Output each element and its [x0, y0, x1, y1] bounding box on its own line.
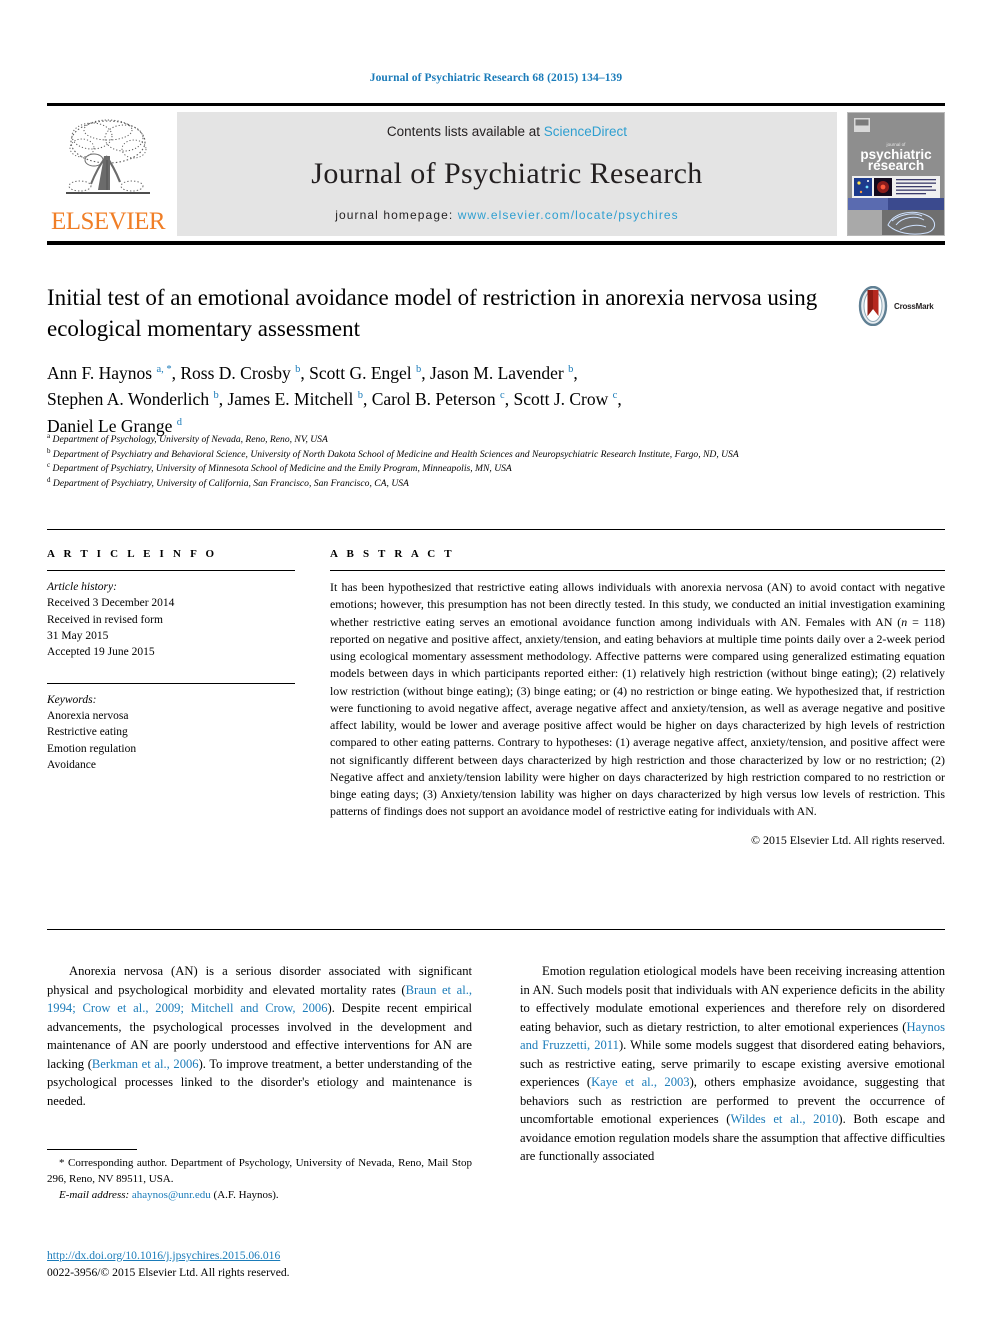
email-label: E-mail address:	[59, 1188, 130, 1201]
abstract-rule	[330, 570, 945, 571]
keyword-item: Restrictive eating	[47, 726, 128, 739]
body-column-right: Emotion regulation etiological models ha…	[520, 962, 945, 1166]
page-title: Initial test of an emotional avoidance m…	[47, 285, 818, 341]
sciencedirect-link[interactable]: ScienceDirect	[544, 124, 627, 139]
affiliation-marker: a	[47, 431, 51, 440]
abstract-column: A B S T R A C T It has been hypothesized…	[330, 548, 945, 848]
homepage-prefix: journal homepage:	[335, 208, 454, 222]
elsevier-tree-icon	[66, 119, 150, 194]
affiliation-marker: b	[47, 446, 51, 455]
author-list: Ann F. Haynos a, *, Ross D. Crosby b, Sc…	[47, 360, 927, 439]
affiliation-text: Department of Psychology, University of …	[52, 434, 328, 445]
intro-paragraph-right: Emotion regulation etiological models ha…	[520, 964, 945, 1163]
footnote-divider	[47, 1149, 137, 1150]
email-note: E-mail address: ahaynos@unr.edu (A.F. Ha…	[47, 1188, 472, 1204]
keyword-item: Emotion regulation	[47, 742, 137, 755]
keywords-rule	[47, 682, 295, 684]
journal-masthead: ELSEVIER Contents lists available at Sci…	[47, 103, 945, 245]
journal-cover-thumbnail: journal of psychiatric research	[847, 112, 945, 236]
abstract-copyright: © 2015 Elsevier Ltd. All rights reserved…	[751, 832, 945, 847]
affiliation-text: Department of Psychiatry and Behavioral …	[52, 448, 739, 460]
contents-list-line: Contents lists available at ScienceDirec…	[387, 124, 627, 139]
svg-text:research: research	[868, 158, 924, 173]
corresponding-author-note: * Corresponding author. Department of Ps…	[47, 1157, 472, 1185]
affiliation-text: Department of Psychiatry, University of …	[52, 463, 512, 475]
affiliation-a: a Department of Psychology, University o…	[47, 431, 927, 448]
journal-homepage-line: journal homepage: www.elsevier.com/locat…	[335, 208, 679, 222]
article-info-heading: A R T I C L E I N F O	[47, 548, 218, 560]
article-history-item: Received in revised form	[47, 613, 163, 626]
homepage-url-link[interactable]: www.elsevier.com/locate/psychires	[458, 208, 679, 222]
doi-link[interactable]: http://dx.doi.org/10.1016/j.jpsychires.2…	[47, 1247, 527, 1264]
article-history-item: Accepted 19 June 2015	[47, 646, 155, 659]
cover-artwork: journal of psychiatric research	[848, 113, 944, 235]
crossmark-label: CrossMark	[894, 301, 934, 311]
abstract-text: It has been hypothesized that restrictiv…	[330, 580, 945, 819]
affiliation-d: d Department of Psychiatry, University o…	[47, 475, 927, 492]
journal-banner: Contents lists available at ScienceDirec…	[177, 112, 837, 236]
elsevier-logo: ELSEVIER	[47, 112, 169, 236]
affiliation-marker: d	[47, 475, 51, 484]
footnote-block: * Corresponding author. Department of Ps…	[47, 1156, 472, 1204]
article-info-column: A R T I C L E I N F O Article history: R…	[47, 548, 295, 773]
article-history-item: 31 May 2015	[47, 629, 109, 642]
crossmark-badge[interactable]: CrossMark	[855, 285, 947, 327]
article-info-rule	[47, 570, 295, 571]
keyword-item: Anorexia nervosa	[47, 709, 129, 722]
email-suffix: (A.F. Haynos).	[213, 1188, 279, 1201]
keywords-label: Keywords:	[47, 693, 97, 706]
author-line-1: Ann F. Haynos a, *, Ross D. Crosby b, Sc…	[47, 363, 578, 383]
journal-title: Journal of Psychiatric Research	[311, 156, 703, 190]
abstract-zone-bottom-rule	[47, 929, 945, 930]
title-block: Initial test of an emotional avoidance m…	[47, 283, 837, 344]
issn-copyright-line: 0022-3956/© 2015 Elsevier Ltd. All right…	[47, 1266, 290, 1280]
author-line-2: Stephen A. Wonderlich b, James E. Mitche…	[47, 389, 622, 410]
abstract-heading: A B S T R A C T	[330, 548, 455, 560]
affiliation-b: b Department of Psychiatry and Behaviora…	[47, 446, 927, 463]
article-page: Journal of Psychiatric Research 68 (2015…	[0, 0, 992, 1323]
running-head: Journal of Psychiatric Research 68 (2015…	[369, 72, 623, 84]
abstract-zone-top-rule	[47, 529, 945, 530]
affiliation-text: Department of Psychiatry, University of …	[52, 477, 409, 489]
email-link[interactable]: ahaynos@unr.edu	[132, 1189, 211, 1201]
article-history-label: Article history:	[47, 581, 117, 593]
body-column-left: Anorexia nervosa (AN) is a serious disor…	[47, 962, 472, 1110]
footer-block: http://dx.doi.org/10.1016/j.jpsychires.2…	[47, 1247, 527, 1282]
article-history-item: Received 3 December 2014	[47, 597, 175, 610]
intro-paragraph-left: Anorexia nervosa (AN) is a serious disor…	[47, 964, 472, 1108]
keyword-item: Avoidance	[47, 758, 96, 771]
affiliation-marker: c	[47, 460, 51, 469]
contents-prefix: Contents lists available at	[386, 124, 541, 139]
elsevier-wordmark: ELSEVIER	[50, 208, 166, 235]
affiliation-c: c Department of Psychiatry, University o…	[47, 460, 927, 477]
affiliation-list: a Department of Psychology, University o…	[47, 431, 927, 492]
crossmark-icon	[858, 286, 888, 326]
